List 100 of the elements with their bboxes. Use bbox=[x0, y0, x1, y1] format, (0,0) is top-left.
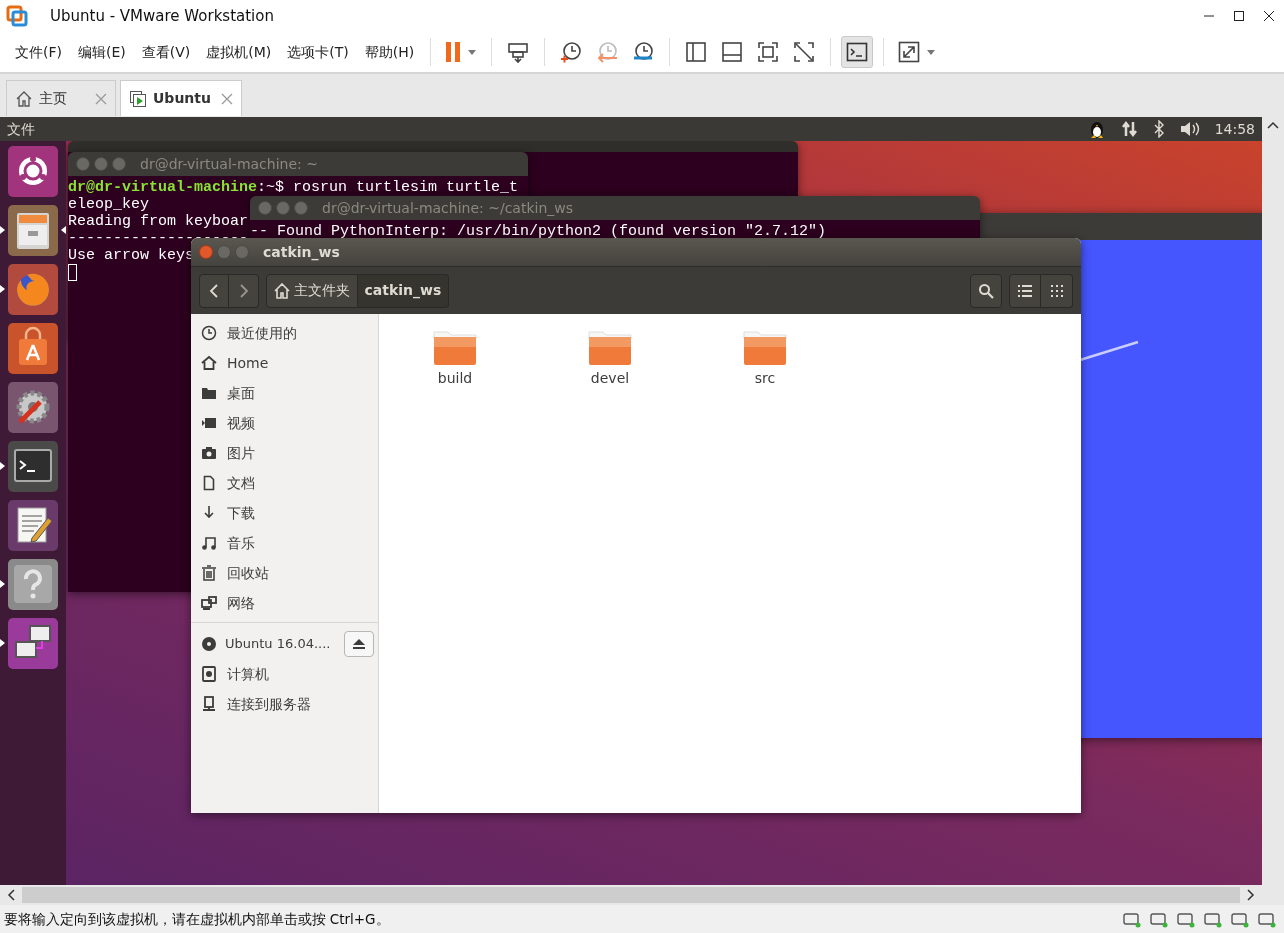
chevron-right-icon bbox=[238, 283, 249, 298]
forward-button[interactable] bbox=[229, 273, 259, 308]
music-icon bbox=[201, 535, 217, 551]
sound-card-icon[interactable] bbox=[1230, 910, 1250, 928]
chevron-left-icon bbox=[209, 283, 219, 298]
scroll-right-icon[interactable] bbox=[1247, 889, 1255, 901]
computer-icon bbox=[201, 666, 217, 682]
bluetooth-icon[interactable] bbox=[1152, 120, 1165, 138]
menu-item[interactable]: 选项卡(T) bbox=[279, 41, 357, 63]
sidebar-item[interactable]: 图片 bbox=[191, 438, 378, 468]
sidebar-item[interactable]: 桌面 bbox=[191, 378, 378, 408]
eject-button[interactable] bbox=[344, 631, 374, 657]
home-icon bbox=[201, 355, 217, 371]
sidebar-item[interactable]: 最近使用的 bbox=[191, 318, 378, 348]
folder-item[interactable]: build bbox=[405, 328, 505, 389]
console-button[interactable] bbox=[841, 36, 874, 68]
usb-icon[interactable] bbox=[1203, 910, 1223, 928]
disc-icon bbox=[201, 636, 217, 652]
sidebar-item[interactable]: 下载 bbox=[191, 498, 378, 528]
cd-drive-icon[interactable] bbox=[1149, 910, 1169, 928]
window-title: dr@dr-virtual-machine: ~ bbox=[140, 154, 318, 174]
clock-arrow-icon bbox=[595, 40, 620, 64]
document-icon bbox=[201, 475, 217, 491]
sidebar-item[interactable]: Home bbox=[191, 348, 378, 378]
video-icon bbox=[201, 415, 217, 431]
back-button[interactable] bbox=[199, 273, 229, 308]
sidebar-item[interactable]: 连接到服务器 bbox=[191, 689, 378, 719]
console-icon bbox=[845, 40, 870, 64]
network-icon bbox=[201, 595, 217, 611]
folder-icon bbox=[432, 328, 478, 366]
server-icon bbox=[201, 696, 217, 712]
folder-icon bbox=[587, 328, 633, 366]
folder-item[interactable]: devel bbox=[560, 328, 660, 389]
sidebar-item[interactable]: 视频 bbox=[191, 408, 378, 438]
eject-icon bbox=[352, 638, 366, 650]
grid-icon bbox=[1050, 284, 1063, 297]
tab[interactable]: Ubuntu bbox=[120, 80, 242, 116]
list-view-button[interactable] bbox=[1009, 273, 1041, 308]
display-icon[interactable] bbox=[1257, 910, 1277, 928]
folder-icon bbox=[201, 385, 217, 401]
full-screen-icon bbox=[756, 40, 781, 64]
path-button[interactable]: 主文件夹 bbox=[266, 273, 358, 308]
camera-icon bbox=[201, 445, 217, 461]
sidebar-view-icon bbox=[684, 40, 709, 64]
network-adapter-icon[interactable] bbox=[1176, 910, 1196, 928]
list-icon bbox=[1018, 284, 1032, 297]
close-icon[interactable] bbox=[1262, 9, 1276, 23]
folder-icon bbox=[742, 328, 788, 366]
sidebar-item[interactable]: 计算机 bbox=[191, 659, 378, 689]
scrollbar-thumb[interactable] bbox=[22, 887, 1240, 903]
trash-icon bbox=[201, 565, 217, 581]
network-arrows-icon[interactable] bbox=[1120, 120, 1139, 138]
sidebar-item[interactable]: 回收站 bbox=[191, 558, 378, 588]
prompt-user-host: dr@dr-virtual-machine bbox=[68, 179, 258, 196]
menu-item[interactable]: 文件(F) bbox=[7, 41, 70, 63]
maximize-icon[interactable] bbox=[1232, 9, 1246, 23]
sidebar-item[interactable]: 网络 bbox=[191, 588, 378, 618]
thumbnail-view-icon bbox=[720, 40, 745, 64]
tab[interactable]: 主页 bbox=[6, 80, 116, 116]
grid-view-button[interactable] bbox=[1041, 273, 1073, 308]
window-title: dr@dr-virtual-machine: ~/catkin_ws bbox=[322, 198, 574, 218]
menu-item[interactable]: 虚拟机(M) bbox=[198, 41, 280, 63]
app-logo-icon bbox=[6, 5, 28, 27]
download-icon bbox=[201, 505, 217, 521]
output-line: -------------------- bbox=[68, 230, 249, 247]
pause-icon bbox=[444, 40, 479, 64]
clock-plus-icon bbox=[559, 40, 584, 64]
search-button[interactable] bbox=[970, 273, 1002, 308]
command-text: :~$ rosrun turtlesim turtle_t bbox=[257, 179, 519, 196]
recent-icon bbox=[201, 325, 217, 341]
sidebar-item[interactable]: Ubuntu 16.04.... bbox=[191, 629, 378, 659]
text-cursor bbox=[68, 264, 77, 281]
sidebar-item[interactable]: 文档 bbox=[191, 468, 378, 498]
stretch-icon bbox=[897, 40, 938, 64]
home-icon bbox=[274, 282, 290, 299]
output-line: Reading from keyboar bbox=[68, 213, 249, 230]
search-icon bbox=[978, 282, 994, 299]
output-line: eleop_key bbox=[68, 196, 149, 213]
output-line: -- Found PythonInterp: /usr/bin/python2 (found version "2.7.12") bbox=[250, 223, 827, 240]
unity-view-icon bbox=[792, 40, 817, 64]
scroll-left-icon[interactable] bbox=[7, 889, 15, 901]
volume-icon[interactable] bbox=[1178, 120, 1201, 138]
menu-item[interactable]: 帮助(H) bbox=[356, 41, 423, 63]
path-button[interactable]: catkin_ws bbox=[357, 273, 450, 308]
window-title: catkin_ws bbox=[263, 242, 340, 263]
menu-item[interactable]: 编辑(E) bbox=[70, 41, 134, 63]
app-menu[interactable]: 文件 bbox=[7, 118, 35, 140]
menu-item[interactable]: 查看(V) bbox=[133, 41, 199, 63]
launcher-item[interactable] bbox=[8, 500, 58, 551]
launcher-item[interactable] bbox=[8, 146, 58, 197]
sidebar-item[interactable]: 音乐 bbox=[191, 528, 378, 558]
home-icon bbox=[15, 89, 33, 108]
window-title: Ubuntu - VMware Workstation bbox=[50, 5, 274, 27]
launcher-item[interactable] bbox=[8, 382, 58, 433]
scroll-up-icon[interactable] bbox=[1267, 120, 1279, 129]
vm-play-icon bbox=[129, 89, 147, 108]
launcher-item[interactable] bbox=[8, 323, 58, 374]
clock[interactable]: 14:58 bbox=[1214, 118, 1255, 140]
folder-item[interactable]: src bbox=[715, 328, 815, 389]
status-message: 要将输入定向到该虚拟机，请在虚拟机内部单击或按 Ctrl+G。 bbox=[3, 909, 390, 929]
